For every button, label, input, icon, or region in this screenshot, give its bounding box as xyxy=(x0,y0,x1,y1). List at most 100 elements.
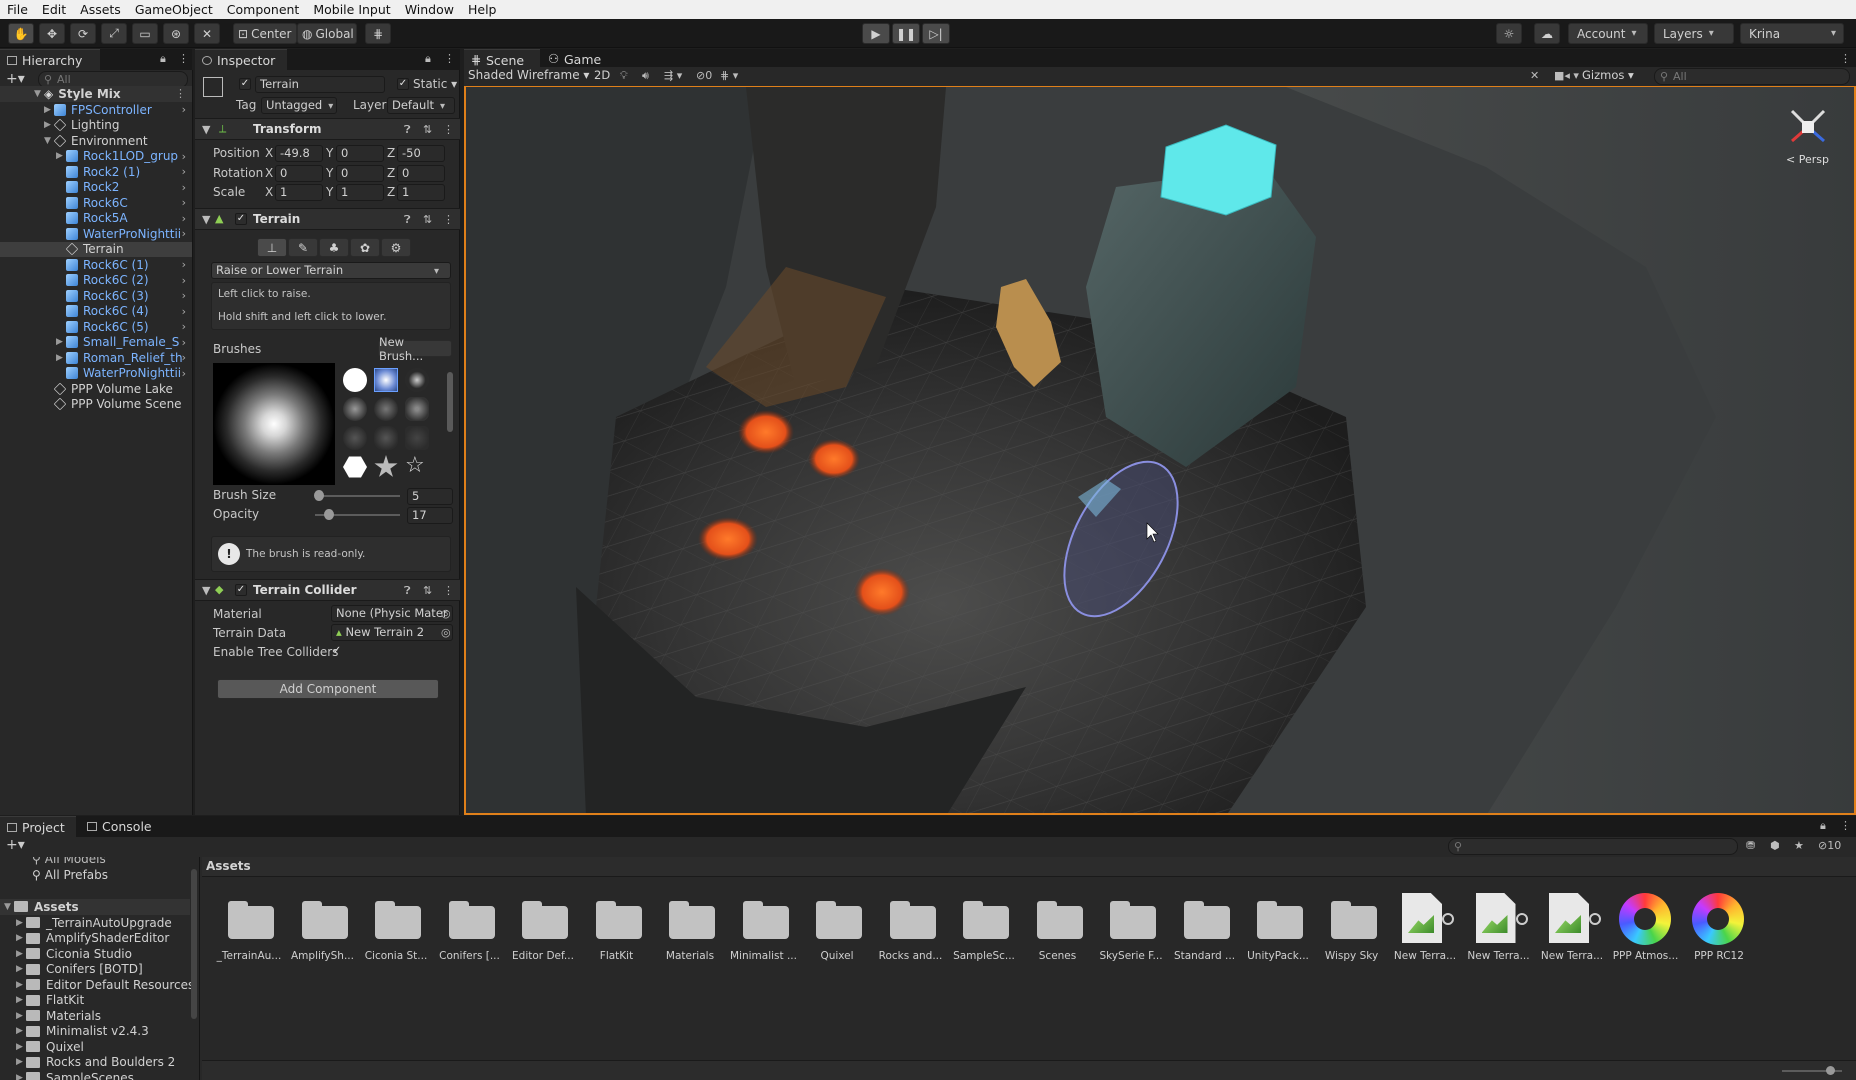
transform-z-input[interactable]: -50 xyxy=(397,145,445,162)
expand-arrow-icon[interactable]: ▶ xyxy=(16,949,26,959)
project-folder-item[interactable]: ▶ Ciconia Studio xyxy=(16,946,132,962)
help-icon[interactable]: ❓︎ xyxy=(404,213,411,227)
transform-z-input[interactable]: 1 xyxy=(397,184,445,201)
asset-tile[interactable]: Quixel xyxy=(800,893,870,963)
terrain-tool-dropdown[interactable]: Raise or Lower Terrain xyxy=(211,262,451,279)
effects-icon[interactable]: ⇶ ▾ xyxy=(664,69,682,82)
terrain-collider-header[interactable]: ▼ ◆ ✓ Terrain Collider ❓︎ ⇅ ⋮ xyxy=(195,579,460,601)
brush-thumbnail[interactable] xyxy=(405,368,429,392)
step-button[interactable]: ▷| xyxy=(922,23,950,44)
asset-tile[interactable]: AmplifySh... xyxy=(286,893,356,963)
terrain-data-object-field[interactable]: ▴ New Terrain 2 xyxy=(331,624,453,641)
more-icon[interactable]: ⋮ xyxy=(175,87,186,100)
filter-type-icon[interactable]: ⛃ xyxy=(1746,839,1755,852)
menu-component[interactable]: Component xyxy=(220,2,307,17)
hierarchy-item[interactable]: ▶ Small_Female_S › xyxy=(0,335,192,351)
asset-tile[interactable]: FlatKit xyxy=(580,893,650,963)
layout-dropdown[interactable]: Krina xyxy=(1740,23,1844,44)
expand-arrow-icon[interactable]: ▶ xyxy=(56,151,66,161)
pivot-global-button[interactable]: ◍ Global xyxy=(297,23,357,44)
project-folder-item[interactable]: ▶ _TerrainAutoUpgrade xyxy=(16,915,172,931)
project-folder-item[interactable]: ▶ Quixel xyxy=(16,1039,84,1055)
project-folder-item[interactable]: ▶ Editor Default Resources xyxy=(16,977,194,993)
asset-tile[interactable]: Materials xyxy=(653,893,723,963)
paint-trees-tool[interactable]: ♣ xyxy=(319,238,349,257)
project-folder-item[interactable]: ▶ Minimalist v2.4.3 xyxy=(16,1024,149,1040)
breadcrumb-assets[interactable]: Assets xyxy=(206,859,251,873)
open-prefab-arrow-icon[interactable]: › xyxy=(182,367,186,380)
pause-button[interactable]: ❚❚ xyxy=(892,23,920,44)
axis-x-label[interactable]: X xyxy=(265,166,273,180)
axis-y-label[interactable]: Y xyxy=(326,185,333,199)
more-icon[interactable]: ⋮ xyxy=(178,52,189,65)
axis-x-label[interactable]: X xyxy=(265,146,273,160)
expand-arrow-icon[interactable]: ▶ xyxy=(16,964,26,974)
axis-z-label[interactable]: Z xyxy=(387,166,395,180)
asset-tile[interactable]: Conifers [... xyxy=(433,893,503,963)
hierarchy-item[interactable]: WaterProNighttii › xyxy=(0,366,192,382)
project-folder-item[interactable]: ▶ Rocks and Boulders 2 xyxy=(16,1055,175,1071)
more-icon[interactable]: ⋮ xyxy=(443,584,454,597)
transform-y-input[interactable]: 1 xyxy=(336,184,384,201)
asset-tile[interactable]: New Terra... xyxy=(1462,893,1532,963)
all-models-item[interactable]: ⚲ All Models xyxy=(32,857,106,867)
material-object-field[interactable]: None (Physic Mater xyxy=(331,605,453,622)
tab-hierarchy[interactable]: Hierarchy xyxy=(0,49,100,70)
open-prefab-arrow-icon[interactable]: › xyxy=(182,289,186,302)
paint-details-tool[interactable]: ✿ xyxy=(350,238,380,257)
axis-z-label[interactable]: Z xyxy=(387,146,395,160)
account-dropdown[interactable]: Account xyxy=(1568,23,1648,44)
expand-arrow-icon[interactable]: ▶ xyxy=(44,120,54,130)
project-folder-item[interactable]: ▶ FlatKit xyxy=(16,993,84,1009)
rect-tool-button[interactable]: ▭ xyxy=(132,23,158,44)
object-picker-icon[interactable]: ◎ xyxy=(441,607,451,620)
object-picker-icon[interactable]: ◎ xyxy=(441,626,451,639)
brush-size-slider[interactable] xyxy=(314,490,400,501)
transform-x-input[interactable]: 1 xyxy=(275,184,323,201)
layer-dropdown[interactable]: Default xyxy=(387,97,455,114)
icon-size-slider-thumb[interactable] xyxy=(1826,1066,1835,1075)
open-prefab-arrow-icon[interactable]: › xyxy=(182,150,186,163)
new-brush-button[interactable]: New Brush... xyxy=(378,335,452,363)
hidden-packages-icon[interactable]: ⊘10 xyxy=(1818,839,1841,852)
menu-help[interactable]: Help xyxy=(461,2,504,17)
hierarchy-item[interactable]: WaterProNighttii › xyxy=(0,226,192,242)
asset-tile[interactable]: SampleSc... xyxy=(947,893,1017,963)
lock-icon[interactable]: 🔒︎ xyxy=(425,52,431,66)
brush-size-slider-thumb[interactable] xyxy=(314,490,325,501)
object-name-input[interactable]: Terrain xyxy=(255,76,385,93)
move-tool-button[interactable]: ✥ xyxy=(39,23,65,44)
opacity-slider-thumb[interactable] xyxy=(324,509,335,520)
hierarchy-scene-row[interactable]: ▼ ◈ Style Mix ⋮ xyxy=(0,86,192,102)
asset-tile[interactable]: PPP RC12 xyxy=(1682,893,1752,963)
asset-tile[interactable]: Editor Def... xyxy=(506,893,576,963)
all-prefabs-item[interactable]: ⚲ All Prefabs xyxy=(32,867,108,883)
grid-snap-icon[interactable]: ⋕ ▾ xyxy=(720,69,738,82)
open-prefab-arrow-icon[interactable]: › xyxy=(182,336,186,349)
hierarchy-item[interactable]: ▶ Rock1LOD_grup › xyxy=(0,149,192,165)
transform-y-input[interactable]: 0 xyxy=(336,164,384,182)
expand-arrow-icon[interactable]: ▼ xyxy=(4,902,14,912)
asset-tile[interactable]: _TerrainAu... xyxy=(212,893,282,963)
hierarchy-item[interactable]: Rock6C (5) › xyxy=(0,319,192,335)
asset-tile[interactable]: UnityPack... xyxy=(1241,893,1311,963)
expand-arrow-icon[interactable]: ▶ xyxy=(16,1042,26,1052)
lighting-icon[interactable]: 💡︎ xyxy=(620,69,628,83)
hierarchy-item[interactable]: ▼ Environment xyxy=(0,133,192,149)
open-prefab-arrow-icon[interactable]: › xyxy=(182,212,186,225)
hierarchy-item[interactable]: Terrain xyxy=(0,241,192,257)
project-folder-item[interactable]: ▶ AmplifyShaderEditor xyxy=(16,931,169,947)
expand-arrow-icon[interactable]: ▶ xyxy=(16,918,26,928)
menu-window[interactable]: Window xyxy=(398,2,461,17)
open-prefab-arrow-icon[interactable]: › xyxy=(182,103,186,116)
paint-terrain-tool[interactable]: ✎ xyxy=(288,238,318,257)
expand-arrow-icon[interactable]: ▶ xyxy=(16,1073,26,1080)
open-prefab-arrow-icon[interactable]: › xyxy=(182,227,186,240)
axis-y-label[interactable]: Y xyxy=(326,166,333,180)
more-icon[interactable]: ⋮ xyxy=(1840,52,1851,65)
layers-dropdown[interactable]: Layers xyxy=(1654,23,1734,44)
hierarchy-item[interactable]: PPP Volume Lake xyxy=(0,381,192,397)
tree-scroll-thumb[interactable] xyxy=(191,869,197,1019)
active-checkbox[interactable]: ✓ xyxy=(239,78,251,90)
tab-console[interactable]: Console xyxy=(80,816,160,837)
